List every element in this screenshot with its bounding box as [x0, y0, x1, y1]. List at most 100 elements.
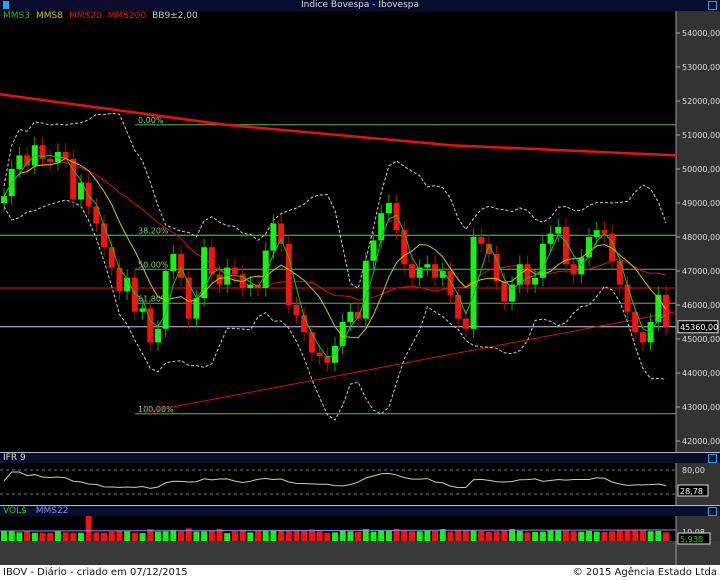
volume-bar: [301, 530, 308, 541]
volume-header: VOL$ MMS22: [0, 505, 720, 516]
volume-bar: [93, 532, 100, 541]
candle: [532, 277, 539, 285]
candle: [401, 230, 408, 265]
volume-bar: [408, 531, 415, 541]
volume-bar: [116, 530, 123, 541]
price-tick-label: 52000,00: [682, 97, 720, 106]
price-tick-label: 45000,00: [682, 335, 720, 344]
volume-bar: [278, 530, 285, 541]
candle: [47, 158, 54, 163]
volume-bar: [332, 532, 338, 541]
candle: [555, 226, 562, 234]
volume-bar: [31, 532, 38, 541]
candle: [547, 233, 554, 244]
price-chart[interactable]: 54000,00 53000,00 52000,00 51000,00 50000,00…: [0, 0, 720, 565]
candle: [178, 254, 185, 278]
volume-bar: [655, 530, 662, 541]
volume-bar: [370, 531, 377, 541]
ifr-line: [3, 471, 667, 489]
candle: [639, 332, 646, 343]
volume-bar: [193, 531, 200, 541]
volume-bar: [247, 532, 254, 541]
candle: [385, 203, 392, 214]
price-tick-label: 53000,00: [682, 63, 720, 72]
candle: [108, 247, 115, 268]
last-price-label: 45360,00: [680, 323, 718, 332]
footer: IBOV - Diário - criado em 07/12/2015 © 2…: [0, 565, 720, 580]
candle: [570, 264, 577, 275]
candle: [85, 182, 92, 207]
volume-bar: [308, 529, 315, 541]
volume-bar: [16, 532, 23, 541]
volume-bar: [562, 530, 569, 541]
volume-bar: [124, 531, 131, 541]
volume-bar: [493, 531, 500, 541]
volume-bar: [1, 530, 7, 541]
volume-bar: [547, 530, 554, 541]
candle: [378, 213, 385, 241]
volume-bar: [485, 532, 492, 541]
price-tick-label: 44000,00: [682, 369, 720, 378]
candle: [593, 230, 600, 237]
expand-icon[interactable]: [708, 507, 717, 516]
volume-bar: [347, 531, 354, 541]
volume-bar: [224, 533, 231, 541]
volume-bar: [478, 530, 485, 541]
volume-bar: [524, 532, 531, 541]
volume-bar: [324, 532, 331, 541]
volume-bar: [77, 532, 84, 541]
volume-bar: [609, 531, 616, 541]
volume-bar: [601, 532, 608, 541]
price-tick-label: 49000,00: [682, 199, 720, 208]
volume-title: VOL$: [3, 506, 27, 516]
price-tick-label: 47000,00: [682, 267, 720, 276]
volume-bar: [385, 530, 392, 541]
volume-bar: [24, 531, 31, 541]
candle: [493, 254, 500, 282]
volume-bar: [339, 530, 346, 541]
volume-bar: [578, 531, 585, 541]
volume-bar: [378, 530, 385, 541]
expand-icon[interactable]: [708, 454, 717, 463]
ifr-header: IFR 9: [0, 452, 720, 463]
price-tick-label: 42000,00: [682, 437, 720, 446]
price-tick-label: 46000,00: [682, 301, 720, 310]
volume-bar: [501, 529, 508, 541]
candle: [616, 260, 623, 285]
volume-bar: [231, 531, 238, 541]
volume-ma-label: MMS22: [35, 506, 69, 516]
ifr-title: IFR 9: [3, 453, 26, 463]
candle: [247, 284, 254, 288]
volume-bar: [424, 530, 431, 541]
ifr-value: 28,78: [680, 487, 703, 496]
volume-bar: [239, 529, 246, 541]
candle: [586, 237, 593, 258]
volume-bar: [316, 531, 323, 541]
volume-bar: [539, 531, 546, 541]
candle: [478, 237, 485, 244]
volume-bar: [555, 529, 562, 541]
volume-bar: [62, 532, 69, 541]
volume-bar: [8, 531, 15, 541]
volume-bar: [570, 531, 577, 541]
volume-bar: [616, 530, 623, 541]
price-tick-label: 51000,00: [682, 131, 720, 140]
fib-label: 100.00%: [138, 405, 174, 414]
volume-bar: [447, 531, 454, 541]
candle: [193, 298, 200, 319]
candle: [224, 267, 231, 285]
volume-bar: [154, 531, 161, 541]
candle: [208, 247, 215, 275]
volume-bar: [462, 530, 469, 541]
axis-background: [676, 11, 720, 565]
candle: [663, 294, 669, 327]
price-tick-label: 54000,00: [682, 29, 720, 38]
volume-bar: [439, 529, 446, 541]
candle: [408, 264, 415, 278]
candle: [1, 196, 7, 203]
volume-bar: [355, 532, 362, 541]
volume-bar: [101, 532, 108, 541]
candle: [139, 308, 146, 312]
candle: [462, 318, 469, 329]
volume-bar: [647, 531, 654, 541]
